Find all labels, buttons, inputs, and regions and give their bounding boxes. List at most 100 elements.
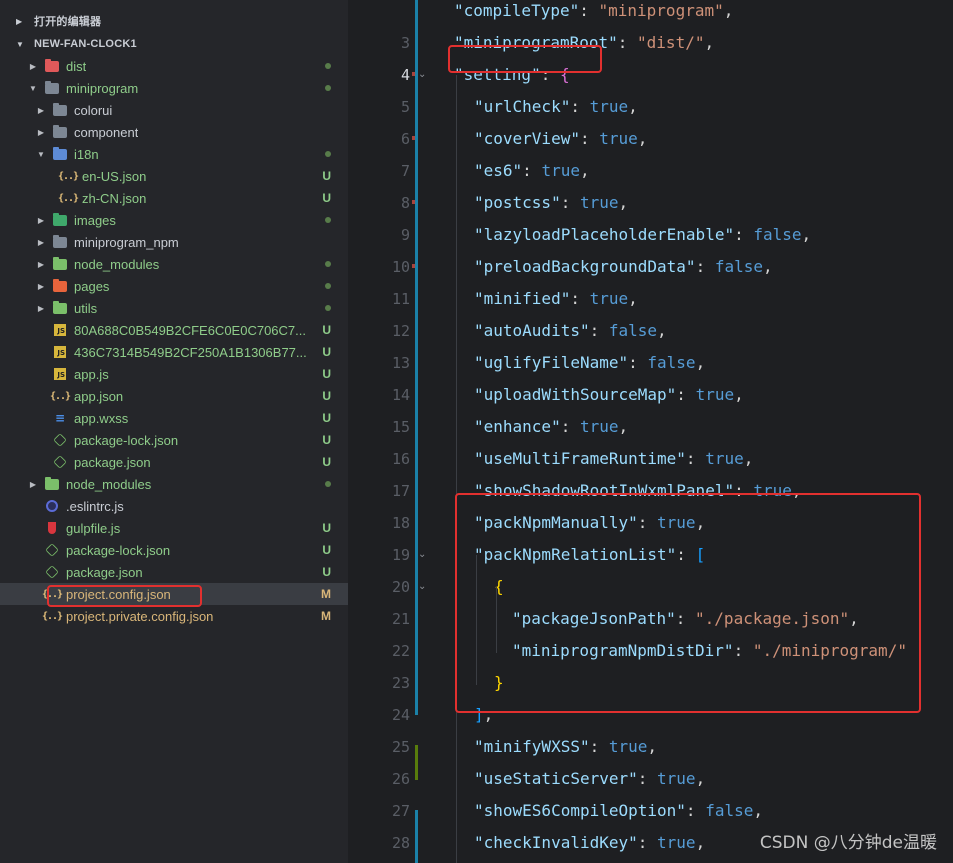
tree-item[interactable]: ▶ node_modules bbox=[0, 473, 348, 495]
tree-item[interactable]: package-lock.json U bbox=[0, 539, 348, 561]
code-token: , bbox=[695, 833, 706, 852]
json-glyph: {..} bbox=[49, 390, 71, 402]
chevron-right-icon[interactable]: ▶ bbox=[36, 238, 46, 247]
tree-item-label: images bbox=[74, 212, 116, 228]
git-change-bar[interactable] bbox=[415, 810, 418, 863]
folder-icon bbox=[52, 256, 68, 272]
git-change-bar[interactable] bbox=[415, 0, 418, 715]
git-status-badge: U bbox=[322, 565, 331, 579]
chevron-right-icon[interactable]: ▶ bbox=[28, 480, 38, 489]
code-token: false bbox=[714, 257, 763, 276]
folder-shape bbox=[53, 278, 67, 292]
tree-item[interactable]: {..} en-US.json U bbox=[0, 165, 348, 187]
fold-chevron-icon[interactable]: ⌄ bbox=[418, 539, 428, 571]
chevron-right-icon[interactable]: ▶ bbox=[36, 128, 46, 137]
chevron-right-icon[interactable]: ▶ bbox=[36, 216, 46, 225]
tree-item[interactable]: package-lock.json U bbox=[0, 429, 348, 451]
tree-item[interactable]: ▼ i18n bbox=[0, 143, 348, 165]
tree-item[interactable]: ▼ miniprogram bbox=[0, 77, 348, 99]
css-file-icon: ≡ bbox=[52, 410, 68, 426]
code-token: "useStaticServer" bbox=[474, 769, 638, 788]
project-header[interactable]: ▼ NEW-FAN-CLOCK1 bbox=[0, 33, 348, 55]
tree-item[interactable]: ▶ colorui bbox=[0, 99, 348, 121]
code-token: , bbox=[628, 289, 638, 308]
tree-item[interactable]: JS 436C7314B549B2CF250A1B1306B77... U bbox=[0, 341, 348, 363]
tree-item[interactable]: {..} app.json U bbox=[0, 385, 348, 407]
fold-chevron-icon[interactable]: ⌄ bbox=[418, 571, 428, 603]
npm-glyph bbox=[45, 565, 59, 579]
folder-shape bbox=[53, 234, 67, 248]
code-token: , bbox=[723, 1, 734, 20]
git-status-badge: U bbox=[322, 389, 331, 403]
tree-item[interactable]: ▶ pages bbox=[0, 275, 348, 297]
chevron-down-icon[interactable]: ▼ bbox=[36, 150, 46, 159]
code-token: true bbox=[657, 769, 696, 788]
folder-icon bbox=[52, 300, 68, 316]
code-token: : bbox=[560, 193, 580, 212]
tree-item[interactable]: package.json U bbox=[0, 451, 348, 473]
code-token: : bbox=[734, 225, 754, 244]
code-editor[interactable]: "compileType": "miniprogram", 3 "miniprogr… bbox=[348, 0, 953, 863]
fold-chevron-icon[interactable]: ⌄ bbox=[418, 859, 428, 863]
npm-glyph bbox=[53, 455, 67, 469]
folder-icon bbox=[52, 212, 68, 228]
code-token: : bbox=[695, 257, 715, 276]
json-glyph: {..} bbox=[41, 610, 63, 622]
open-editors-header[interactable]: ▶ 打开的编辑器 bbox=[0, 10, 348, 32]
git-deletion-marker[interactable] bbox=[412, 136, 415, 140]
tree-item[interactable]: ▶ images bbox=[0, 209, 348, 231]
css-glyph: ≡ bbox=[54, 411, 66, 425]
code-token: , bbox=[753, 801, 763, 820]
code-line: "enhance": true, bbox=[474, 411, 628, 443]
code-token: , bbox=[657, 321, 667, 340]
code-token: : bbox=[685, 801, 706, 820]
line-number: 5 bbox=[400, 98, 410, 116]
code-line: "checkInvalidKey": true, bbox=[474, 827, 705, 859]
line-number: 6 bbox=[400, 130, 410, 148]
tree-item[interactable]: JS app.js U bbox=[0, 363, 348, 385]
npm-package-icon bbox=[52, 454, 68, 470]
line-number: 9 bbox=[400, 226, 410, 244]
tree-item[interactable]: ▶ node_modules bbox=[0, 253, 348, 275]
git-deletion-marker[interactable] bbox=[412, 72, 415, 76]
fold-chevron-icon[interactable]: ⌄ bbox=[418, 59, 428, 91]
tree-item[interactable]: ▶ miniprogram_npm bbox=[0, 231, 348, 253]
tree-item[interactable]: gulpfile.js U bbox=[0, 517, 348, 539]
git-deletion-marker[interactable] bbox=[412, 264, 415, 268]
tree-item[interactable]: {..} zh-CN.json U bbox=[0, 187, 348, 209]
git-deletion-marker[interactable] bbox=[412, 200, 415, 204]
tree-item[interactable]: ≡ app.wxss U bbox=[0, 407, 348, 429]
git-change-dot bbox=[325, 305, 331, 311]
git-status-badge: M bbox=[321, 609, 331, 623]
tree-item[interactable]: {..} project.private.config.json M bbox=[0, 605, 348, 627]
tree-item[interactable]: ▶ utils bbox=[0, 297, 348, 319]
chevron-down-icon[interactable]: ▼ bbox=[28, 84, 38, 93]
tree-item-label: component bbox=[74, 124, 139, 140]
chevron-right-icon[interactable]: ▶ bbox=[36, 304, 46, 313]
tree-item-label: project.private.config.json bbox=[66, 608, 214, 624]
eslint-glyph bbox=[46, 500, 58, 512]
code-token: "showES6CompileOption" bbox=[474, 801, 686, 820]
npm-glyph bbox=[53, 433, 67, 447]
folder-icon bbox=[52, 278, 68, 294]
tree-item-label: 80A688C0B549B2CFE6C0E0C706C7... bbox=[74, 322, 306, 338]
chevron-right-icon[interactable]: ▶ bbox=[28, 62, 38, 71]
tree-item[interactable]: .eslintrc.js bbox=[0, 495, 348, 517]
tree-item[interactable]: ▶ component bbox=[0, 121, 348, 143]
tree-item-label: utils bbox=[74, 300, 98, 316]
js-file-icon: JS bbox=[52, 344, 68, 360]
code-line: "uploadWithSourceMap": true, bbox=[474, 379, 744, 411]
code-line: "compileType": "miniprogram", bbox=[454, 0, 733, 27]
chevron-right-icon[interactable]: ▶ bbox=[36, 282, 46, 291]
code-token: true bbox=[579, 417, 619, 436]
chevron-right-icon[interactable]: ▶ bbox=[36, 260, 46, 269]
tree-item[interactable]: ▶ dist bbox=[0, 55, 348, 77]
json-glyph: {..} bbox=[57, 170, 79, 182]
git-change-bar[interactable] bbox=[415, 745, 418, 780]
chevron-right-icon[interactable]: ▶ bbox=[36, 106, 46, 115]
tree-item-label: package.json bbox=[66, 564, 143, 580]
tree-item[interactable]: JS 80A688C0B549B2CFE6C0E0C706C7... U bbox=[0, 319, 348, 341]
js-glyph: JS bbox=[54, 368, 66, 380]
tree-item[interactable]: package.json U bbox=[0, 561, 348, 583]
code-token: , bbox=[628, 97, 638, 116]
